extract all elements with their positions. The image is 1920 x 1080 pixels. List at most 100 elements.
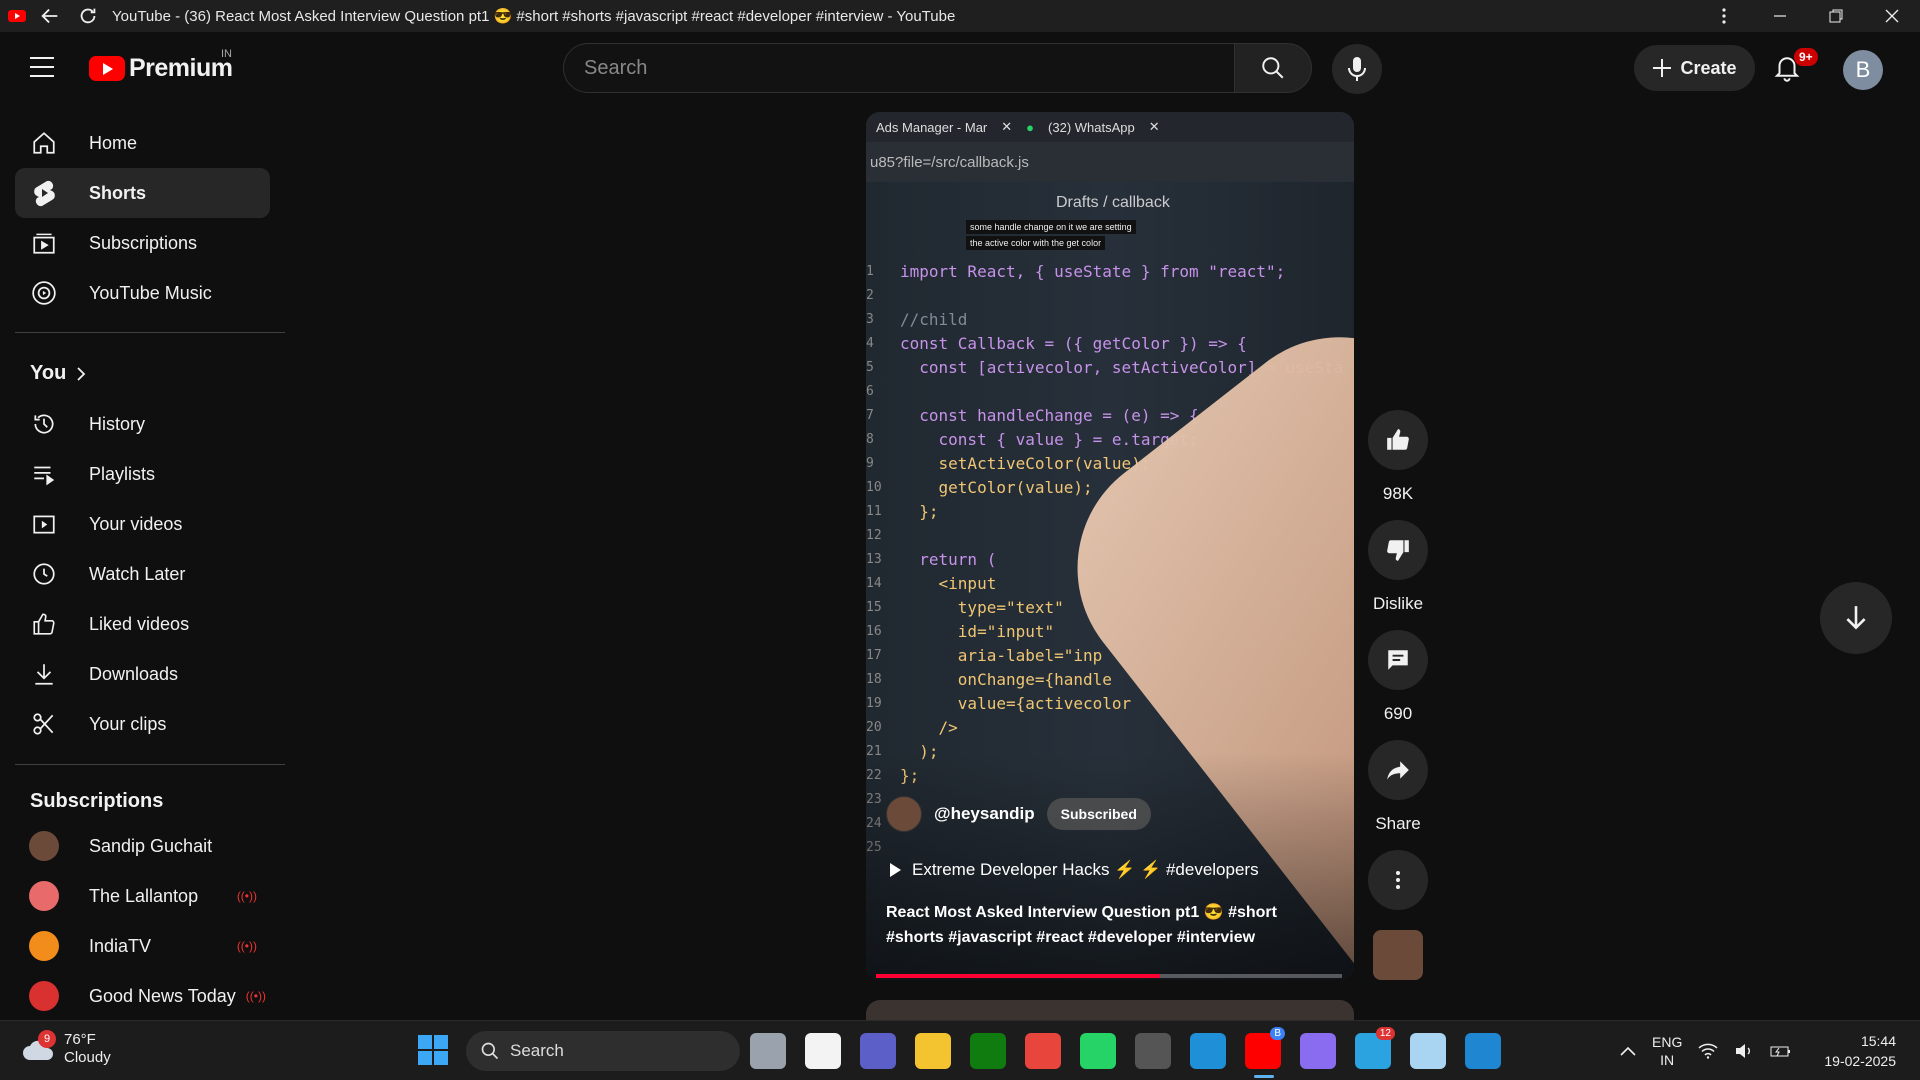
system-tray: ENG IN: [1620, 1033, 1792, 1069]
chevron-up-icon[interactable]: [1620, 1046, 1636, 1056]
channel-avatar[interactable]: [886, 796, 922, 832]
battery-icon[interactable]: [1770, 1043, 1792, 1059]
channel-row: @heysandip Subscribed: [886, 796, 1151, 832]
sidebar-item-label: Liked videos: [89, 613, 190, 634]
channel-handle[interactable]: @heysandip: [934, 804, 1035, 824]
sidebar-item-home[interactable]: Home: [15, 118, 270, 168]
sidebar-item-label: Playlists: [89, 463, 156, 484]
sound-source-avatar[interactable]: [1373, 930, 1423, 980]
sidebar-item-liked-videos[interactable]: Liked videos: [15, 599, 270, 649]
sidebar-item-youtube-music[interactable]: YouTube Music: [15, 268, 270, 318]
sidebar-item-downloads[interactable]: Downloads: [15, 649, 270, 699]
music-icon: [29, 278, 59, 308]
create-button[interactable]: Create: [1634, 45, 1755, 91]
youtube-premium-logo[interactable]: Premium: [89, 54, 233, 83]
search-icon: [1262, 57, 1284, 79]
back-icon[interactable]: [36, 2, 64, 30]
account-avatar[interactable]: B: [1843, 50, 1883, 90]
avatar-app-icon[interactable]: [1135, 1033, 1171, 1069]
copilot-icon[interactable]: [1300, 1033, 1336, 1069]
comments-button[interactable]: 690: [1368, 630, 1428, 724]
subscription-the-lallantop[interactable]: The Lallantop ((•)): [15, 872, 275, 920]
like-icon: [29, 609, 59, 639]
remote-desktop-icon[interactable]: [1410, 1033, 1446, 1069]
line-number: 13: [866, 552, 882, 567]
comment-count: 690: [1383, 704, 1413, 723]
whatsapp-icon[interactable]: [1080, 1033, 1116, 1069]
sidebar-item-watch-later[interactable]: Watch Later: [15, 549, 270, 599]
sidebar-item-your-clips[interactable]: Your clips: [15, 699, 270, 749]
search-input[interactable]: [564, 44, 1234, 92]
line-number: 6: [866, 384, 874, 399]
subscribed-button[interactable]: Subscribed: [1046, 798, 1151, 830]
share-label: Share: [1375, 814, 1421, 833]
shorts-icon: [29, 178, 59, 208]
notifications-badge: 9+: [1794, 48, 1818, 66]
share-icon: [1387, 761, 1409, 780]
reload-icon[interactable]: [74, 2, 102, 30]
dislike-button[interactable]: Dislike: [1368, 520, 1428, 614]
weather-widget[interactable]: 9 76°F Cloudy: [22, 1030, 111, 1067]
share-button[interactable]: Share: [1368, 740, 1428, 834]
sidebar-item-label: History: [89, 413, 146, 434]
progress-bar[interactable]: [876, 974, 1342, 978]
start-button[interactable]: [418, 1035, 448, 1065]
code-text: value={activecolor: [900, 694, 1132, 713]
chrome-icon[interactable]: [1025, 1033, 1061, 1069]
telegram-icon[interactable]: 12: [1355, 1027, 1395, 1069]
you-section-heading[interactable]: You: [30, 362, 86, 385]
search-box[interactable]: [563, 43, 1235, 93]
sidebar-divider: [15, 764, 285, 765]
window-title-bar: YouTube - (36) React Most Asked Intervie…: [0, 0, 1920, 32]
sidebar-item-subscriptions[interactable]: Subscriptions: [15, 218, 270, 268]
video-tab-1: Ads Manager - Mar: [876, 119, 988, 135]
subscription-good-news-today[interactable]: Good News Today ((•)): [15, 972, 275, 1020]
channel-name: Sandip Guchait: [89, 835, 213, 856]
play-icon: [890, 863, 901, 877]
line-number: 2: [866, 288, 874, 303]
more-vertical-icon: [1396, 871, 1400, 889]
xbox-icon[interactable]: [970, 1033, 1006, 1069]
file-explorer-icon[interactable]: [915, 1033, 951, 1069]
wifi-icon[interactable]: [1698, 1043, 1718, 1059]
code-text: getColor(value);: [900, 478, 1093, 497]
sidebar-item-playlists[interactable]: Playlists: [15, 449, 270, 499]
voice-search-button[interactable]: [1332, 44, 1382, 94]
playlist-link[interactable]: Extreme Developer Hacks ⚡ ⚡ #developers: [888, 860, 1259, 880]
subscriptions-heading-label: Subscriptions: [30, 790, 164, 812]
taskbar-search[interactable]: Search: [466, 1031, 740, 1071]
channel-avatar: [29, 931, 59, 961]
minimize-button[interactable]: [1752, 0, 1808, 32]
like-button[interactable]: 98K: [1368, 410, 1428, 504]
subscription-indiatv[interactable]: IndiaTV ((•)): [15, 922, 275, 970]
short-title[interactable]: React Most Asked Interview Question pt1 …: [886, 900, 1306, 950]
volume-icon[interactable]: [1734, 1043, 1754, 1059]
system-clock[interactable]: 15:44 19-02-2025: [1824, 1031, 1896, 1071]
next-short-button[interactable]: [1820, 582, 1892, 654]
weather-desc: Cloudy: [64, 1049, 111, 1066]
line-number: 7: [866, 408, 874, 423]
task-view-icon[interactable]: [750, 1033, 786, 1069]
sidebar-item-shorts[interactable]: Shorts: [15, 168, 270, 218]
sidebar-item-your-videos[interactable]: Your videos: [15, 499, 270, 549]
sidebar-item-label: YouTube Music: [89, 282, 212, 303]
search-button[interactable]: [1234, 43, 1312, 93]
more-actions-button[interactable]: [1368, 850, 1428, 910]
more-options-icon[interactable]: [1696, 0, 1752, 32]
language-indicator[interactable]: ENG IN: [1652, 1033, 1682, 1069]
edge-icon[interactable]: [1190, 1033, 1226, 1069]
menu-icon[interactable]: [30, 57, 54, 77]
shorts-player[interactable]: Ads Manager - Mar ✕ ● (32) WhatsApp ✕ u8…: [866, 112, 1354, 980]
code-line: 3 //child: [866, 308, 1343, 332]
microsoft-store-icon[interactable]: [805, 1033, 841, 1069]
microphone-icon: [1348, 57, 1366, 81]
restore-button[interactable]: [1808, 0, 1864, 32]
live-indicator-icon: ((•)): [245, 989, 266, 1003]
line-number: 1: [866, 264, 874, 279]
close-button[interactable]: [1864, 0, 1920, 32]
teams-icon[interactable]: [860, 1033, 896, 1069]
sidebar-item-history[interactable]: History: [15, 399, 270, 449]
subscription-sandip-guchait[interactable]: Sandip Guchait: [15, 822, 275, 870]
youtube-icon[interactable]: B: [1245, 1027, 1285, 1069]
vscode-icon[interactable]: [1465, 1033, 1501, 1069]
